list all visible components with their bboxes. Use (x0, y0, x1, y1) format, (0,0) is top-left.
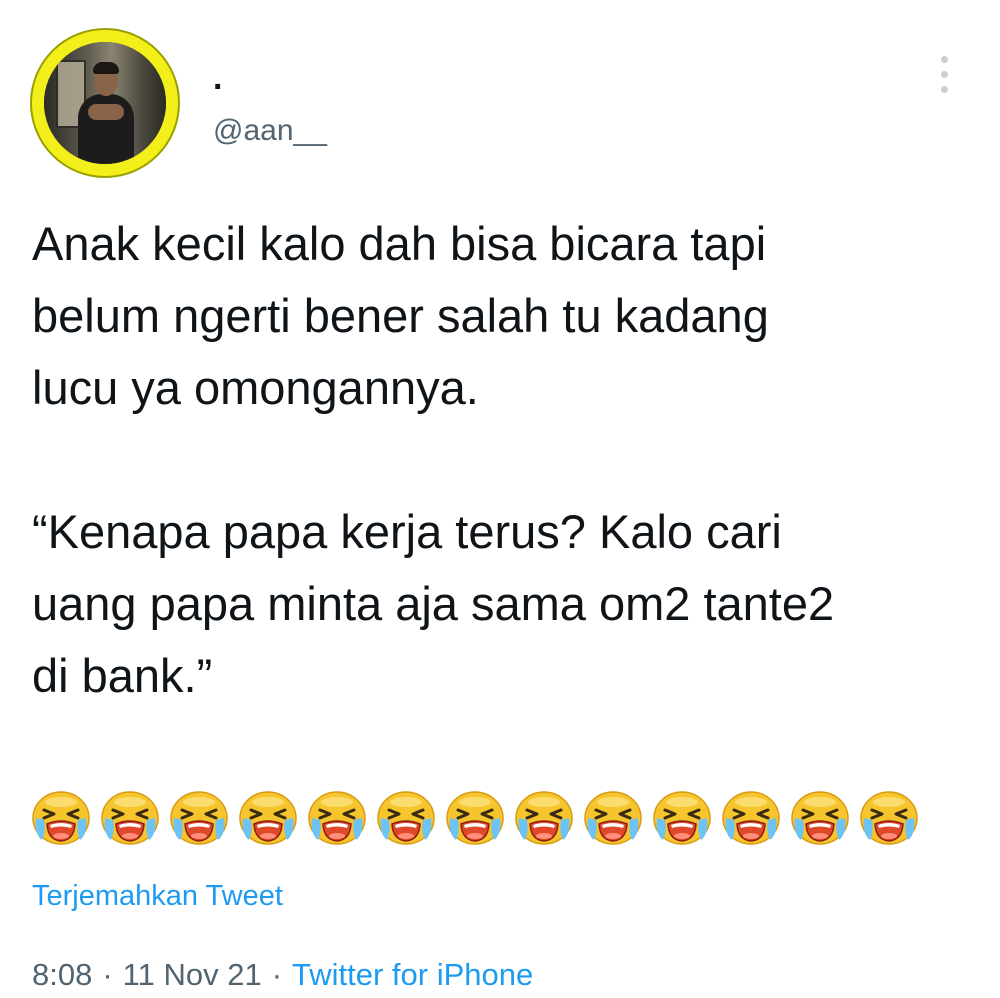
tweet-paragraph-1: Anak kecil kalo dah bisa bicara tapi bel… (32, 217, 769, 414)
loudly-crying-face-icon (444, 788, 506, 846)
loudly-crying-face-icon (789, 788, 851, 846)
loudly-crying-face-icon (30, 788, 92, 846)
tweet-time[interactable]: 8:08 (32, 957, 92, 992)
loudly-crying-face-icon (582, 788, 644, 846)
more-options-button[interactable] (930, 50, 960, 100)
loudly-crying-face-icon (168, 788, 230, 846)
loudly-crying-face-icon (237, 788, 299, 846)
loudly-crying-face-icon (858, 788, 920, 846)
tweet-paragraph-2: “Kenapa papa kerja terus? Kalo cari uang… (32, 505, 835, 702)
meta-separator: · (102, 957, 113, 992)
tweet-date[interactable]: 11 Nov 21 (123, 957, 262, 992)
loudly-crying-face-icon (651, 788, 713, 846)
user-handle[interactable]: @aan__ (213, 113, 327, 149)
loudly-crying-face-icon (720, 788, 782, 846)
loudly-crying-face-icon (513, 788, 575, 846)
emoji-row (30, 788, 920, 848)
tweet-meta: 8:08 · 11 Nov 21 · Twitter for iPhone (32, 955, 533, 995)
meta-separator: · (271, 957, 283, 992)
loudly-crying-face-icon (306, 788, 368, 846)
translate-tweet-link[interactable]: Terjemahkan Tweet (32, 878, 283, 914)
display-name[interactable]: . (213, 58, 222, 98)
loudly-crying-face-icon (99, 788, 161, 846)
avatar-photo (44, 42, 166, 164)
tweet-source-link[interactable]: Twitter for iPhone (292, 957, 533, 992)
avatar[interactable] (30, 28, 180, 178)
loudly-crying-face-icon (375, 788, 437, 846)
